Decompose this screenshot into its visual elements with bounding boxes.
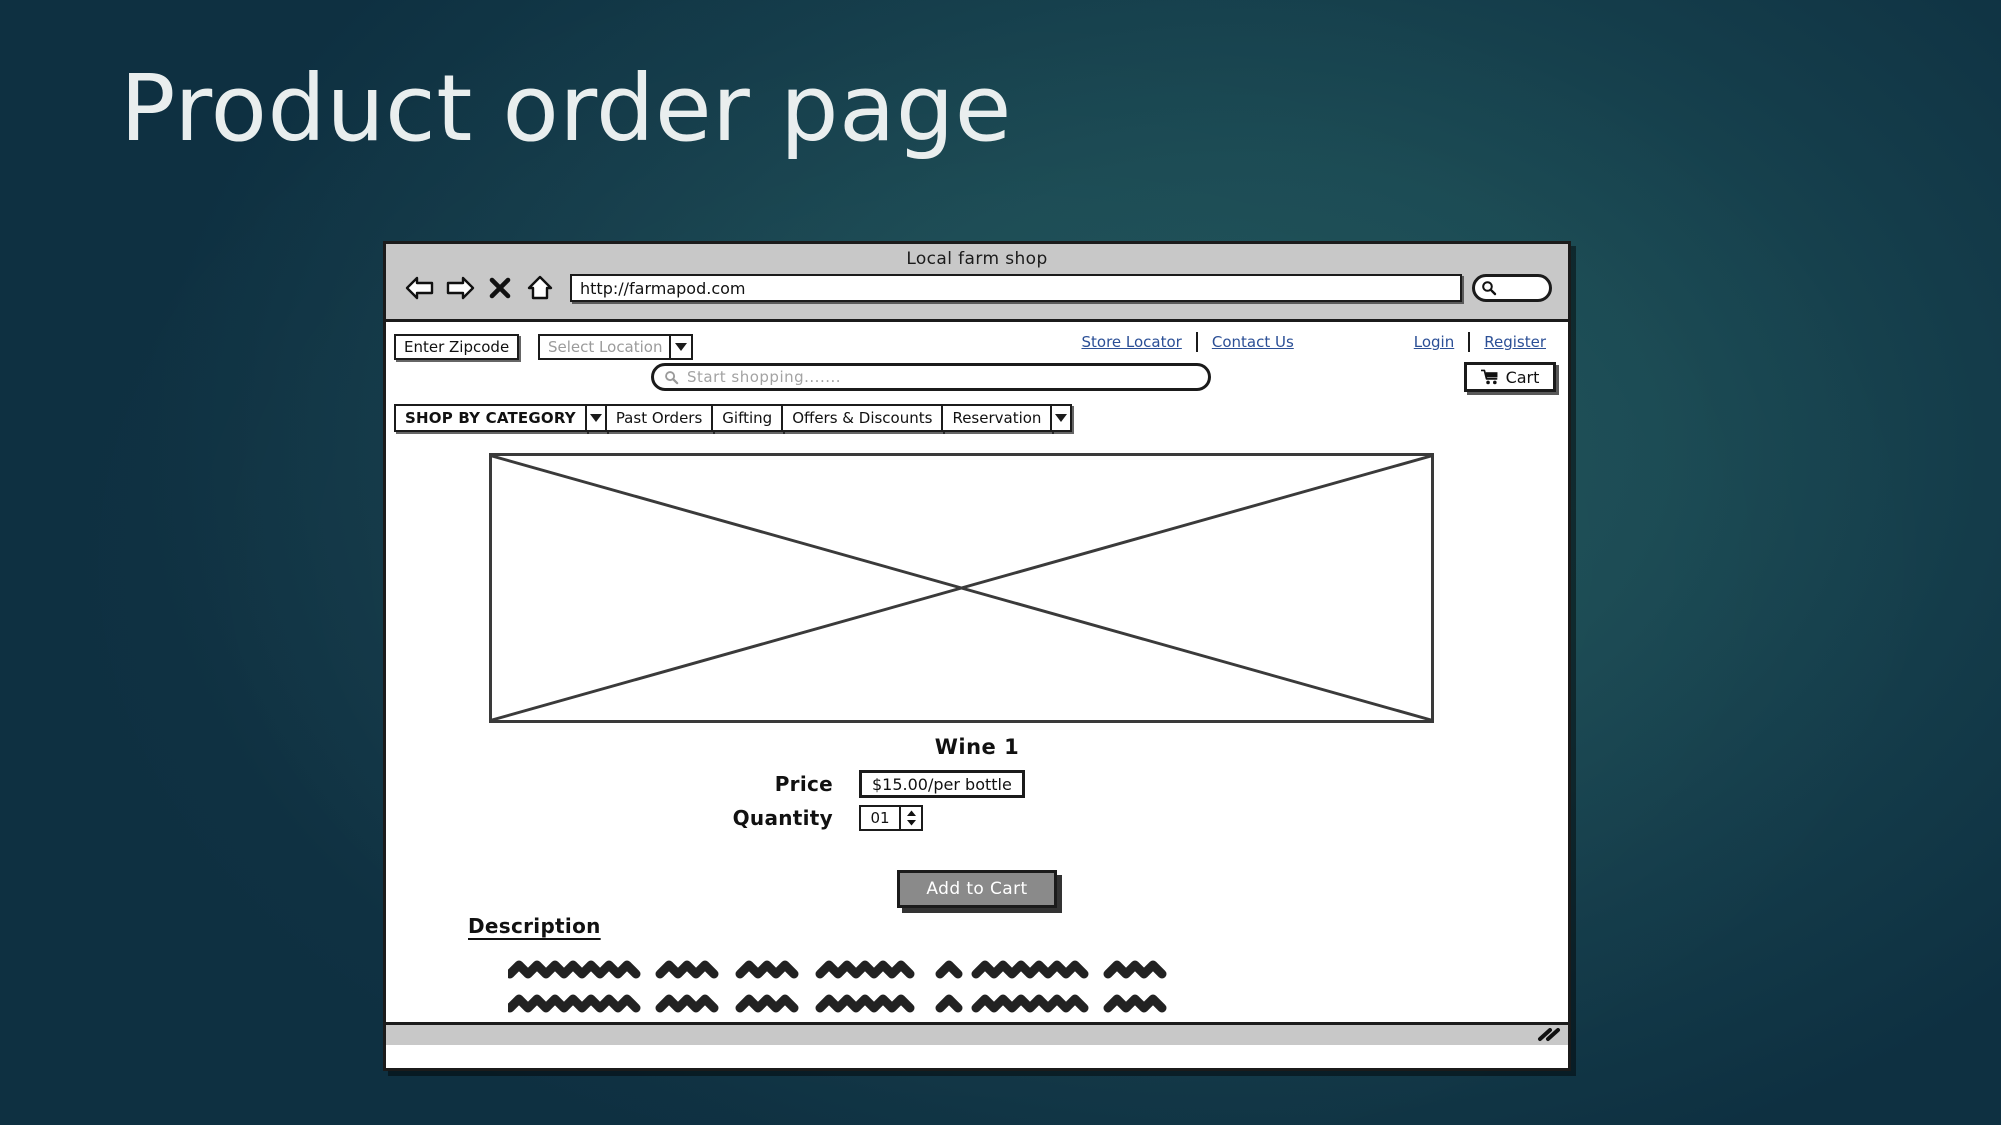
menu-item-label: SHOP BY CATEGORY: [405, 409, 576, 427]
page-content: Enter Zipcode Select Location Store Loca…: [386, 322, 1568, 1045]
menu-item-gifting[interactable]: Gifting: [711, 404, 784, 432]
product-price-row: Price $15.00/per bottle: [658, 770, 1025, 798]
location-select[interactable]: Select Location: [538, 334, 693, 360]
quantity-stepper[interactable]: 01: [859, 805, 923, 831]
add-to-cart-label: Add to Cart: [926, 879, 1028, 899]
browser-window-title: Local farm shop: [906, 249, 1048, 269]
address-bar-value: http://farmapod.com: [580, 278, 746, 298]
menu-item-reservation-dropdown[interactable]: [1050, 404, 1073, 432]
quantity-label: Quantity: [732, 806, 833, 830]
cart-button-label: Cart: [1505, 367, 1540, 387]
browser-chrome: Local farm shop http://farmapod.com: [386, 244, 1568, 322]
chevron-down-icon: [1055, 414, 1068, 422]
shop-search-placeholder: Start shopping.......: [687, 368, 842, 386]
menu-item-shop-by-category-dropdown[interactable]: [584, 404, 607, 432]
back-button[interactable]: [400, 271, 440, 305]
menu-item-label: Reservation: [952, 409, 1042, 427]
shop-search-input[interactable]: Start shopping.......: [651, 363, 1211, 391]
resize-grip-icon[interactable]: [1537, 1028, 1561, 1042]
menu-item-label: Past Orders: [615, 409, 703, 427]
link-register[interactable]: Register: [1470, 333, 1560, 351]
page-title: Product order page: [120, 55, 1012, 162]
zipcode-input-value: Enter Zipcode: [404, 338, 510, 356]
search-icon: [1482, 281, 1497, 296]
description-heading: Description: [468, 914, 601, 938]
product-image-placeholder: [489, 453, 1434, 723]
chevron-down-icon: [589, 414, 602, 422]
menu-item-label: Offers & Discounts: [792, 409, 933, 427]
product-quantity-row: Quantity 01: [658, 805, 923, 831]
forward-button[interactable]: [440, 271, 480, 305]
link-login[interactable]: Login: [1400, 333, 1468, 351]
category-menu-bar: SHOP BY CATEGORY Past Orders Gifting Off…: [394, 404, 1073, 432]
menu-item-reservation[interactable]: Reservation: [941, 404, 1053, 432]
crossed-box-image-placeholder: [492, 456, 1431, 720]
browser-window: Local farm shop http://farmapod.com Ente…: [383, 241, 1571, 1071]
shopping-cart-icon: [1480, 369, 1498, 385]
up-down-spinner-icon[interactable]: [899, 807, 921, 829]
link-store-locator[interactable]: Store Locator: [1067, 333, 1195, 351]
chevron-down-icon: [668, 336, 691, 358]
stop-button[interactable]: [480, 271, 520, 305]
search-icon: [665, 370, 679, 384]
add-to-cart-row: Add to Cart: [386, 870, 1568, 908]
product-name: Wine 1: [934, 735, 1020, 759]
add-to-cart-button[interactable]: Add to Cart: [897, 870, 1057, 908]
utility-links: Store Locator Contact Us Login Register: [1067, 332, 1560, 352]
menu-item-shop-by-category[interactable]: SHOP BY CATEGORY: [394, 404, 587, 432]
browser-search-box[interactable]: [1472, 274, 1552, 302]
address-bar[interactable]: http://farmapod.com: [570, 274, 1462, 302]
price-value-text: $15.00/per bottle: [872, 774, 1012, 794]
menu-item-offers-and-discounts[interactable]: Offers & Discounts: [781, 404, 944, 432]
price-label: Price: [774, 772, 833, 796]
link-contact-us[interactable]: Contact Us: [1198, 333, 1308, 351]
menu-item-label: Gifting: [722, 409, 773, 427]
cart-button[interactable]: Cart: [1464, 362, 1556, 392]
price-value: $15.00/per bottle: [859, 770, 1025, 798]
location-select-value: Select Location: [548, 338, 663, 356]
slide-canvas: Product order page Local farm shop http:…: [0, 0, 2001, 1125]
quantity-value: 01: [870, 809, 890, 827]
site-header: Enter Zipcode Select Location Store Loca…: [386, 322, 1568, 398]
home-button[interactable]: [520, 271, 560, 305]
browser-status-bar: [386, 1022, 1568, 1045]
menu-item-past-orders[interactable]: Past Orders: [604, 404, 714, 432]
zipcode-input[interactable]: Enter Zipcode: [394, 334, 520, 360]
browser-toolbar: http://farmapod.com: [386, 269, 1568, 305]
